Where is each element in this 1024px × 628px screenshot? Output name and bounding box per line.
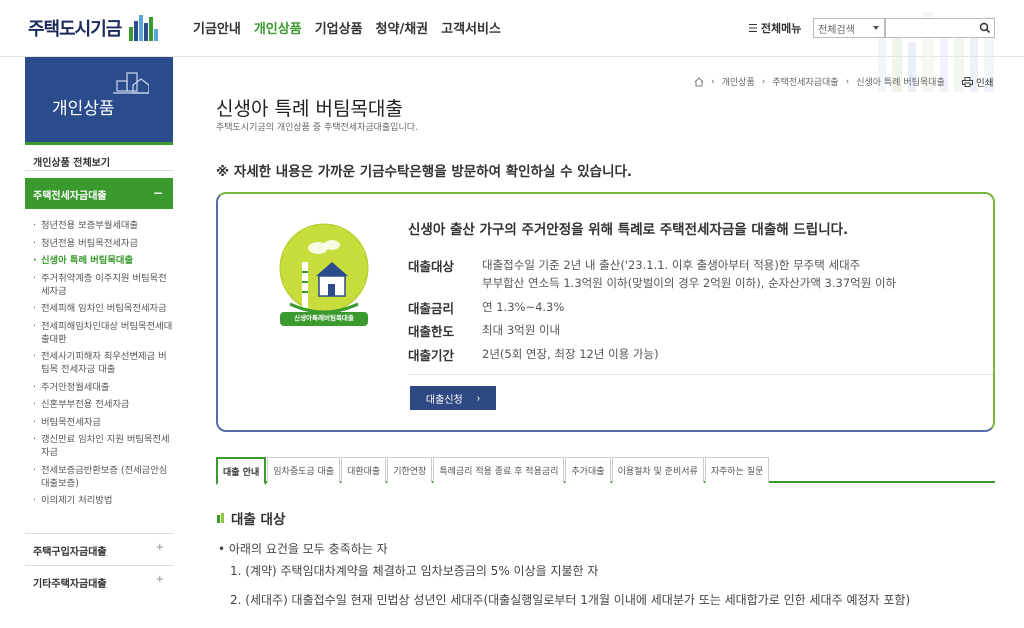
tab-refinance[interactable]: 대환대출 [341,457,387,483]
sidebar-item-current[interactable]: 신생아 특례 버팀목대출 [33,254,173,267]
sidebar-item[interactable]: 이의제기 처리방법 [33,494,173,507]
nav-subscription-bonds[interactable]: 청약/채권 [376,18,429,37]
tab-loan-guide[interactable]: 대출 안내 [216,457,267,485]
sidebar-title: 개인상품 [52,99,115,119]
sidebar-group-purchase[interactable]: 주택구입자금대출 + [25,533,174,565]
summary-key: 대출대상 [408,259,455,274]
sidebar-item[interactable]: 청년전용 보증부월세대출 [33,219,173,232]
summary-value: 대출접수일 기준 2년 내 출산('23.1.1. 이후 출생아부터 적용)한 … [482,258,861,272]
nav-personal-products[interactable]: 개인상품 [254,18,302,37]
collapse-icon: − [152,186,163,200]
buildings-icon [113,72,149,94]
page-subtitle: 주택도시기금의 개인상품 중 주택전세자금대출입니다. [216,123,418,133]
sidebar-item[interactable]: 갱신만료 임차인 지원 버팀목전세자금 [33,433,173,459]
requirement-item: 2. (세대주) 대출접수일 현재 민법상 성년인 세대주(대출실행일로부터 1… [230,593,911,607]
top-header: 주택도시기금 기금안내 개인상품 기업상품 청약/채권 고객서비스 ☰ 전체메뉴… [0,0,1024,92]
all-menu-label: 전체메뉴 [760,22,802,35]
sidebar-group-other[interactable]: 기타주택자금대출 + [25,565,174,597]
tab-faq[interactable]: 자주하는 질문 [704,457,770,483]
apply-label: 대출신청 [425,394,463,406]
section-title: 대출 대상 [216,508,285,528]
summary-value: 최대 3억원 이내 [482,323,561,337]
breadcrumb-item[interactable]: 개인상품 [722,75,755,88]
summary-headline: 신생아 출산 가구의 주거안정을 위해 특례로 주택전세자금을 대출해 드립니다… [408,222,849,238]
print-button[interactable]: 인쇄 [962,75,993,89]
notice-text: ※ 자세한 내용은 가까운 기금수탁은행을 방문하여 확인하실 수 있습니다. [216,164,633,180]
expand-icon: + [155,542,164,553]
printer-icon [962,77,973,87]
breadcrumb-item[interactable]: 신생아 특례 버팀목대출 [856,75,945,88]
summary-value-line2: 부부합산 연소득 1.3억원 이하(맞벌이의 경우 2억원 이하), 순자산가액… [482,276,897,290]
sidebar-item[interactable]: 전세사기피해자 최우선변제금 버팀목 전세자금 대출 [33,350,173,376]
leaf-icon [217,513,224,523]
logo-mark-icon [129,13,161,43]
summary-value: 연 1.3%~4.3% [482,300,565,314]
nav-customer-service[interactable]: 고객서비스 [441,18,501,37]
home-icon[interactable] [694,76,704,87]
left-sidebar: 개인상품 개인상품 전체보기 주택전세자금대출 − 청년전용 보증부월세대출 청… [25,57,174,628]
breadcrumb-item[interactable]: 주택전세자금대출 [772,75,838,88]
expand-icon: + [155,574,164,585]
search-scope-select[interactable]: 전체검색 [813,18,885,38]
summary-row-period: 대출기간 2년(5회 연장, 최장 12년 이용 가능) [408,345,659,364]
app-root: 주택도시기금 기금안내 개인상품 기업상품 청약/채권 고객서비스 ☰ 전체메뉴… [0,0,1024,628]
sidebar-item[interactable]: 주거취약계층 이주지원 버팀목전세자금 [33,272,173,298]
sidebar-view-all-link[interactable]: 개인상품 전체보기 [33,154,110,169]
sidebar-item[interactable]: 버팀목전세자금 [33,416,173,429]
summary-key: 대출한도 [408,324,455,339]
sidebar-group-jeonse[interactable]: 주택전세자금대출 − [25,178,173,209]
summary-row-target: 대출대상 대출접수일 기준 2년 내 출산('23.1.1. 이후 출생아부터 … [408,256,896,292]
tab-additional-loan[interactable]: 추가대출 [565,457,611,483]
sidebar-item[interactable]: 주거안정월세대출 [33,381,173,394]
section-title-text: 대출 대상 [231,512,286,528]
summary-divider [408,374,993,375]
breadcrumb-separator: › [845,76,850,87]
print-label: 인쇄 [976,78,994,89]
chevron-right-icon: › [476,392,481,404]
summary-value-group: 대출접수일 기준 2년 내 출산('23.1.1. 이후 출생아부터 적용)한 … [482,256,896,292]
requirement-item: 1. (계약) 주택임대차계약을 체결하고 임차보증금의 5% 이상을 지불한 … [230,564,599,578]
summary-key: 대출금리 [408,301,455,316]
requirement-intro: • 아래의 요건을 모두 충족하는 자 [218,542,388,556]
product-summary-box: 신생아특례버팀목대출 신생아 출산 가구의 주거안정을 위해 특례로 주택전세자… [216,192,995,432]
breadcrumb-separator: › [711,76,715,87]
summary-value: 2년(5회 연장, 최장 12년 이용 가능) [482,347,659,361]
product-badge-label: 신생아특례버팀목대출 [294,314,354,322]
summary-key: 대출기간 [408,348,455,363]
hamburger-icon: ☰ [748,21,758,35]
sidebar-item[interactable]: 전세보증금반환보증 (전세금안심대출보증) [33,464,173,490]
nav-fund-info[interactable]: 기금안내 [193,18,241,37]
sidebar-group-label: 주택전세자금대출 [33,191,107,202]
tab-post-special-rate[interactable]: 특례금리 적용 종료 후 적용금리 [433,457,565,483]
sidebar-item[interactable]: 전세피해임차인대상 버팀목전세대출대환 [33,320,173,346]
apply-loan-button[interactable]: 대출신청 › [410,386,496,410]
search-icon [979,22,991,34]
tab-extension[interactable]: 기한연장 [387,457,433,483]
sidebar-divider [25,170,174,171]
sidebar-item[interactable]: 신혼부부전용 전세자금 [33,398,173,411]
sidebar-item[interactable]: 청년전용 버팀목전세자금 [33,237,173,250]
site-logo[interactable]: 주택도시기금 [28,10,161,46]
sidebar-sub-list: 청년전용 보증부월세대출 청년전용 버팀목전세자금 신생아 특례 버팀목대출 주… [33,219,173,512]
all-menu-button[interactable]: ☰ 전체메뉴 [748,20,801,36]
tab-interim-payment[interactable]: 임차중도금 대출 [267,457,341,483]
tab-procedure-documents[interactable]: 이용절차 및 준비서류 [611,457,704,483]
sidebar-header: 개인상품 [25,57,173,145]
content-tabs: 대출 안내 임차중도금 대출 대환대출 기한연장 특례금리 적용 종료 후 적용… [216,457,995,485]
nav-corporate-products[interactable]: 기업상품 [315,18,363,37]
breadcrumb: › 개인상품 › 주택전세자금대출 › 신생아 특례 버팀목대출 [694,75,945,88]
sidebar-group-label: 기타주택자금대출 [33,579,107,590]
summary-row-rate: 대출금리 연 1.3%~4.3% [408,298,564,317]
logo-text: 주택도시기금 [28,19,122,40]
sidebar-group-label: 주택구입자금대출 [33,547,107,558]
sidebar-item[interactable]: 전세피해 임차인 버팀목전세자금 [33,302,173,315]
main-nav: 기금안내 개인상품 기업상품 청약/채권 고객서비스 [193,18,501,37]
search-button[interactable] [975,18,995,38]
breadcrumb-separator: › [761,76,766,87]
page-title: 신생아 특례 버팀목대출 [216,98,403,120]
summary-row-limit: 대출한도 최대 3억원 이내 [408,321,560,340]
